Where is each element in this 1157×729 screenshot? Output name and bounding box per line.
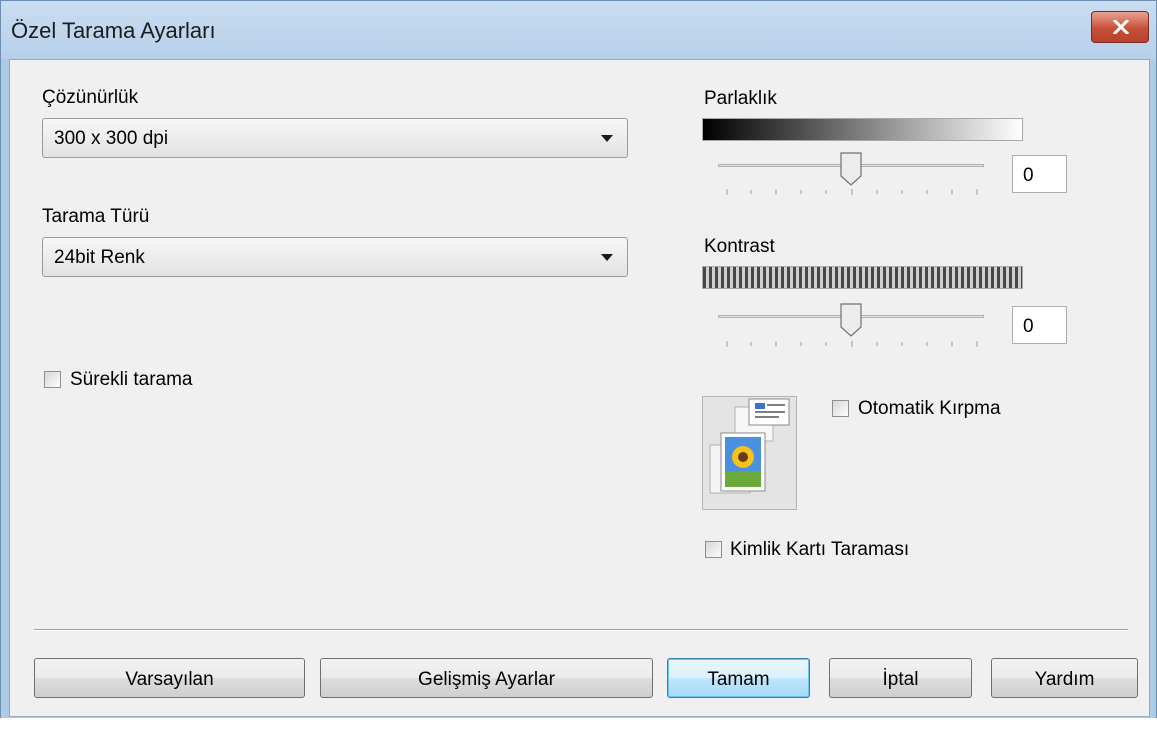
auto-crop-preview-icon [709, 398, 790, 494]
id-card-scan-checkbox[interactable] [705, 541, 722, 558]
chevron-down-icon [601, 135, 613, 142]
brightness-value: 0 [1023, 165, 1034, 186]
default-settings-button[interactable]: Varsayılan [34, 658, 305, 698]
contrast-value: 0 [1023, 316, 1034, 337]
chevron-down-icon [601, 254, 613, 261]
close-icon [1113, 20, 1129, 34]
id-card-scan-label: Kimlik Kartı Taraması [730, 539, 910, 560]
close-button[interactable] [1091, 11, 1149, 43]
title-bar[interactable]: Özel Tarama Ayarları [1, 1, 1156, 59]
auto-crop-label: Otomatik Kırpma [858, 398, 1001, 419]
scan-type-dropdown[interactable]: 24bit Renk [42, 237, 628, 277]
continuous-scan-checkbox[interactable] [44, 371, 61, 388]
help-button[interactable]: Yardım [991, 658, 1138, 698]
resolution-label: Çözünürlük [42, 87, 139, 108]
separator [34, 629, 1128, 631]
ok-button-label: Tamam [707, 669, 770, 690]
brightness-slider-ticks [726, 189, 978, 195]
help-button-label: Yardım [1034, 669, 1095, 690]
scan-type-label: Tarama Türü [42, 206, 150, 227]
resolution-dropdown[interactable]: 300 x 300 dpi [42, 118, 628, 158]
ok-button[interactable]: Tamam [667, 658, 810, 698]
advanced-settings-button[interactable]: Gelişmiş Ayarlar [320, 658, 653, 698]
brightness-label: Parlaklık [704, 88, 777, 109]
brightness-value-field[interactable]: 0 [1012, 155, 1067, 193]
continuous-scan-label: Sürekli tarama [70, 369, 193, 390]
contrast-value-field[interactable]: 0 [1012, 306, 1067, 344]
auto-crop-checkbox[interactable] [832, 400, 849, 417]
dialog-window: Özel Tarama Ayarları [0, 0, 1157, 729]
brightness-slider-thumb[interactable] [840, 152, 862, 186]
advanced-settings-button-label: Gelişmiş Ayarlar [418, 669, 555, 690]
resolution-value: 300 x 300 dpi [54, 128, 169, 149]
contrast-pattern-bar [702, 266, 1023, 289]
contrast-label: Kontrast [704, 236, 775, 257]
default-settings-button-label: Varsayılan [125, 669, 214, 690]
contrast-slider-ticks [726, 341, 978, 347]
bottom-strip [0, 718, 1157, 729]
window-title: Özel Tarama Ayarları [11, 18, 216, 43]
scan-type-value: 24bit Renk [54, 247, 145, 268]
cancel-button[interactable]: İptal [829, 658, 972, 698]
cancel-button-label: İptal [882, 669, 919, 690]
contrast-slider-thumb[interactable] [840, 303, 862, 337]
brightness-gradient-bar [702, 118, 1023, 141]
auto-crop-preview [702, 396, 797, 510]
